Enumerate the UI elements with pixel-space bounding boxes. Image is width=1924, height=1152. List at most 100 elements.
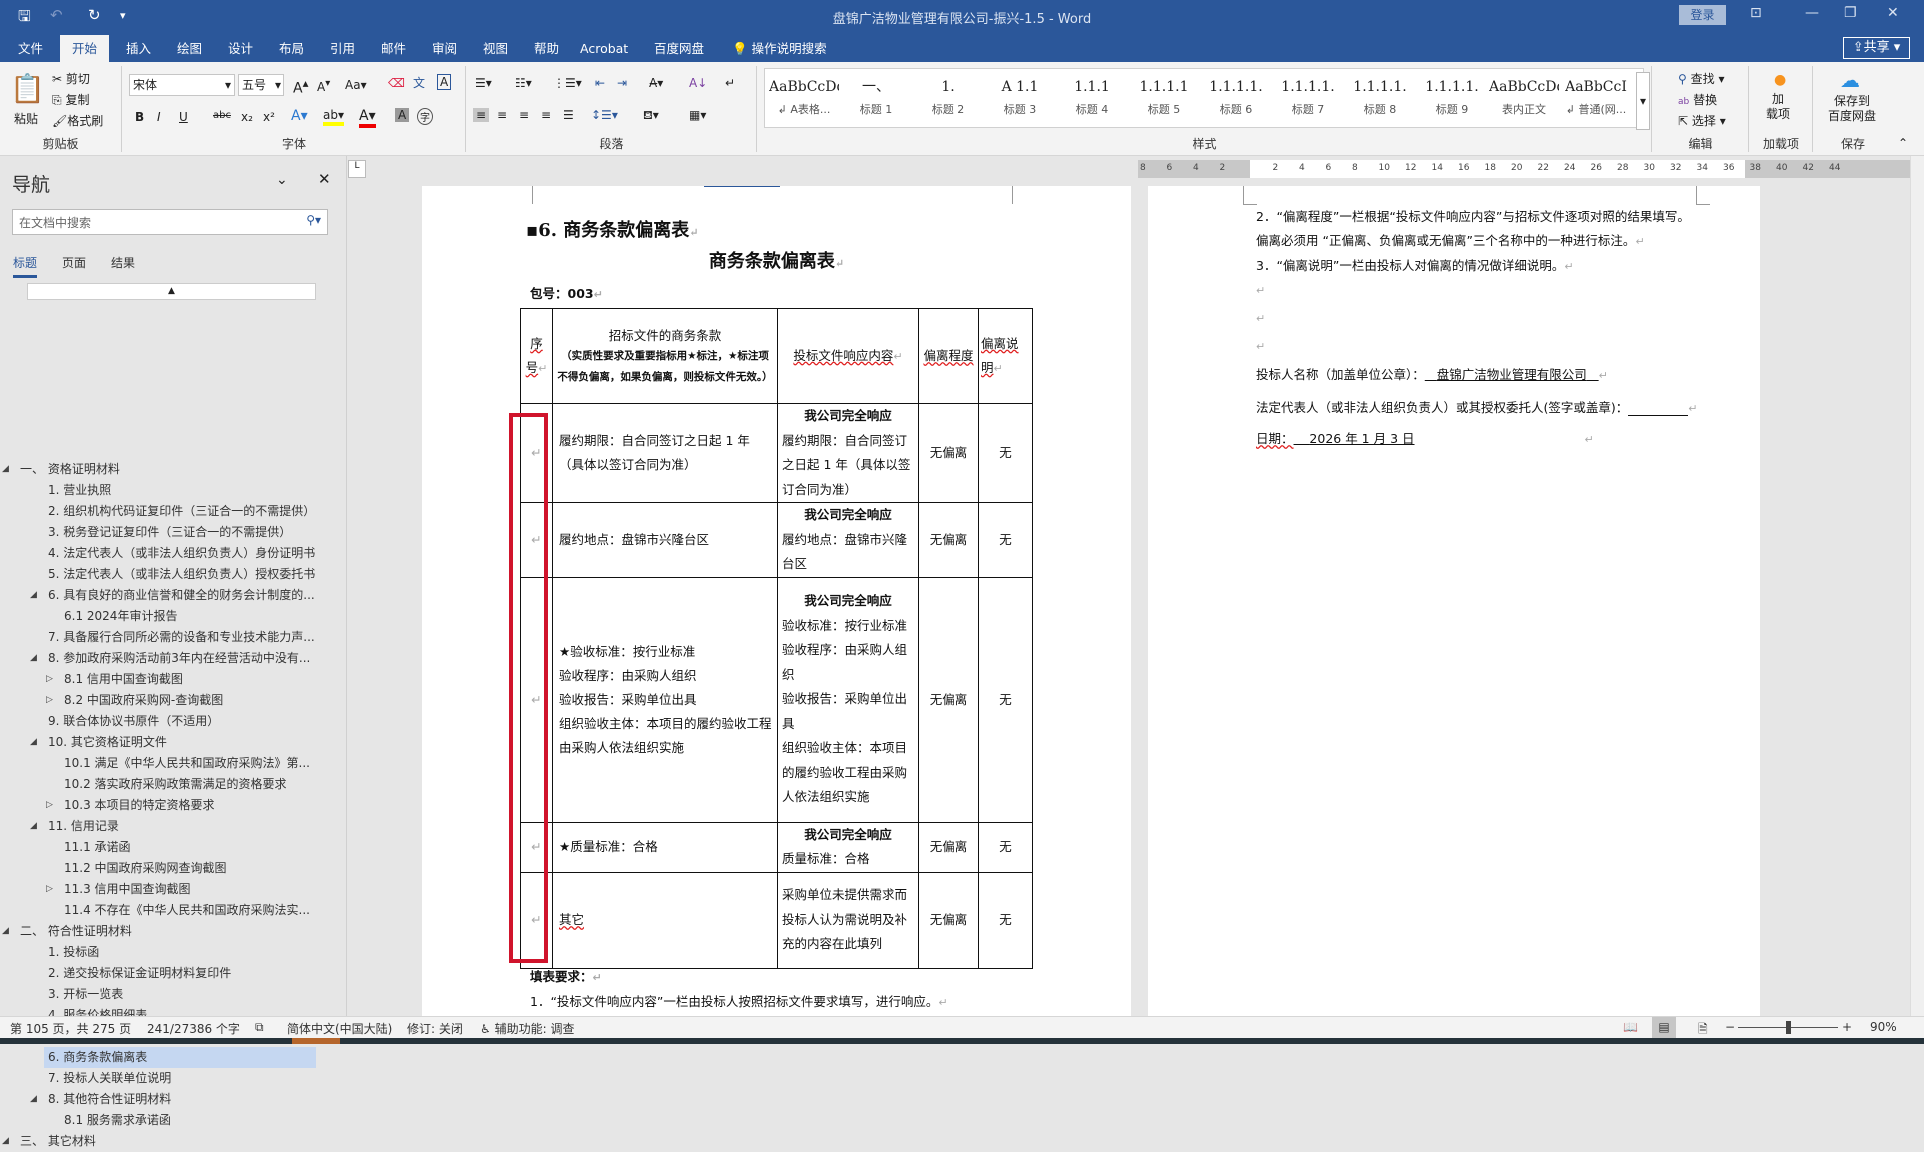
asian-layout-icon[interactable]: A̶▾ (649, 76, 663, 90)
tab-review[interactable]: 审阅 (424, 35, 465, 62)
font-name-select[interactable]: 宋体 ▾ (129, 74, 235, 96)
expand-icon[interactable]: ▷ (46, 669, 53, 690)
tab-mailings[interactable]: 邮件 (373, 35, 414, 62)
expand-icon[interactable]: ▷ (46, 795, 53, 816)
baidu-cloud-icon[interactable]: ☁ (1840, 68, 1860, 92)
collapse-icon[interactable]: ◢ (30, 1089, 37, 1110)
search-icon[interactable]: ⚲▾ (306, 213, 321, 227)
select-button[interactable]: ⇱ 选择 ▾ (1678, 112, 1726, 129)
ribbon-display-icon[interactable]: ⊡ (1750, 5, 1762, 21)
multilevel-list-icon[interactable]: ⋮☰▾ (553, 76, 582, 90)
share-button[interactable]: ⇪共享 ▾ (1843, 37, 1910, 59)
nav-item[interactable]: 1. 营业执照 (48, 480, 316, 501)
nav-item[interactable]: 9. 联合体协议书原件（不适用） (48, 711, 316, 732)
superscript-button[interactable]: x² (263, 110, 275, 124)
collapse-icon[interactable]: ◢ (2, 1131, 9, 1152)
nav-item[interactable]: 三、 其它材料 (20, 1131, 316, 1152)
zoom-out-button[interactable]: − (1725, 1020, 1735, 1034)
nav-tab-headings[interactable]: 标题 (13, 254, 38, 278)
degree-cell[interactable]: 无偏离 (918, 821, 979, 873)
nav-item[interactable]: 二、 符合性证明材料 (20, 921, 316, 942)
nav-item[interactable]: 1. 投标函 (48, 942, 316, 963)
clause-cell[interactable]: 履约地点：盘锦市兴隆台区 (552, 502, 778, 578)
decrease-indent-icon[interactable]: ⇤ (595, 76, 605, 90)
save-to-baidu-button[interactable]: 保存到 百度网盘 (1828, 94, 1876, 124)
clause-cell[interactable]: 其它 (552, 871, 778, 969)
collapse-icon[interactable]: ◢ (30, 648, 37, 669)
nav-item[interactable]: 11.3 信用中国查询截图 (64, 879, 316, 900)
nav-item[interactable]: 10. 其它资格证明文件 (48, 732, 316, 753)
clause-cell[interactable]: 履约期限：自合同签订之日起 1 年（具体以签订合同为准） (552, 403, 778, 503)
paste-button[interactable]: 粘贴 (14, 110, 38, 127)
expand-icon[interactable]: ▷ (46, 879, 53, 900)
shrink-font-icon[interactable]: A▾ (317, 78, 330, 94)
response-cell[interactable]: 我公司完全响应 履约地点：盘锦市兴隆台区 (777, 502, 919, 578)
align-left-icon[interactable]: ≡ (473, 108, 490, 122)
zoom-in-button[interactable]: + (1842, 1020, 1852, 1034)
addins-button[interactable]: 加 载项 (1766, 92, 1790, 122)
degree-cell[interactable]: 无偏离 (918, 502, 979, 578)
style-item[interactable]: 1.1.1.1. 标题 9 (1417, 73, 1487, 117)
collapse-ribbon-icon[interactable]: ⌃ (1898, 136, 1908, 150)
zoom-level[interactable]: 90% (1870, 1020, 1897, 1034)
tab-acrobat[interactable]: Acrobat (572, 35, 636, 62)
nav-tab-results[interactable]: 结果 (111, 254, 135, 271)
increase-indent-icon[interactable]: ⇥ (617, 76, 627, 90)
login-button[interactable]: 登录 (1679, 5, 1726, 25)
collapse-icon[interactable]: ◢ (2, 921, 9, 942)
nav-item[interactable]: 一、 资格证明材料 (20, 459, 316, 480)
clear-format-icon[interactable]: ⌫ (388, 76, 405, 90)
justify-icon[interactable]: ≡ (541, 108, 551, 122)
align-right-icon[interactable]: ≡ (519, 108, 529, 122)
style-item[interactable]: 一、 标题 1 (841, 73, 911, 117)
clause-cell[interactable]: ★质量标准：合格 (552, 821, 778, 873)
tab-file[interactable]: 文件 (10, 35, 51, 62)
tab-selector[interactable]: L (348, 160, 366, 178)
style-item[interactable]: 1. 标题 2 (913, 73, 983, 117)
tab-insert[interactable]: 插入 (118, 35, 159, 62)
nav-item[interactable]: 2. 组织机构代码证复印件（三证合一的不需提供） (48, 501, 316, 522)
nav-item[interactable]: 11.4 不存在《中华人民共和国政府采购法实... (64, 900, 316, 921)
nav-item[interactable]: 6.1 2024年审计报告 (64, 606, 316, 627)
bullets-icon[interactable]: ☰▾ (475, 76, 492, 90)
shading-icon[interactable]: ⛾▾ (643, 108, 659, 124)
style-item[interactable]: 1.1.1.1 标题 5 (1129, 73, 1199, 117)
style-item[interactable]: 1.1.1.1. 标题 6 (1201, 73, 1271, 117)
nav-item[interactable]: 6. 具有良好的商业信誉和健全的财务会计制度的... (48, 585, 316, 606)
underline-button[interactable]: U (179, 110, 188, 124)
explain-cell[interactable]: 无 (978, 403, 1033, 503)
vertical-scrollbar[interactable] (1910, 156, 1924, 1016)
paste-icon[interactable]: 📋 (10, 72, 45, 105)
nav-item[interactable]: 7. 投标人关联单位说明 (48, 1068, 316, 1089)
proofing-icon[interactable]: ⧉ (255, 1020, 264, 1035)
print-layout-icon[interactable]: ▤ (1652, 1017, 1676, 1038)
collapse-icon[interactable]: ◢ (30, 732, 37, 753)
nav-item[interactable]: 11.1 承诺函 (64, 837, 316, 858)
nav-item[interactable]: 8.1 信用中国查询截图 (64, 669, 316, 690)
minimize-button[interactable]: — (1805, 5, 1819, 21)
response-cell[interactable]: 我公司完全响应 质量标准：合格 (777, 821, 919, 873)
bold-button[interactable]: B (135, 110, 144, 124)
collapse-icon[interactable]: ◢ (30, 816, 37, 837)
style-item[interactable]: AaBbCcDdI ↲ A表格... (769, 73, 839, 117)
nav-item[interactable]: 3. 开标一览表 (48, 984, 316, 1005)
nav-search-input[interactable]: 在文档中搜索 ⚲▾ (12, 209, 328, 235)
nav-item[interactable]: 7. 具备履行合同所必需的设备和专业技术能力声... (48, 627, 316, 648)
explain-cell[interactable]: 无 (978, 821, 1033, 873)
accessibility[interactable]: ♿ 辅助功能: 调查 (480, 1020, 574, 1037)
style-item[interactable]: 1.1.1.1. 标题 7 (1273, 73, 1343, 117)
format-painter-button[interactable]: 🖌格式刷 (52, 112, 103, 129)
degree-cell[interactable]: 无偏离 (918, 871, 979, 969)
style-item[interactable]: AaBbCcDdI 表内正文 (1489, 73, 1559, 117)
chevron-down-icon[interactable]: ⌄ (276, 172, 288, 188)
degree-cell[interactable]: 无偏离 (918, 403, 979, 503)
enclose-char-icon[interactable]: 字 (417, 108, 433, 125)
subscript-button[interactable]: x₂ (241, 110, 253, 124)
copy-button[interactable]: ⎘ 复制 (52, 91, 89, 108)
cut-button[interactable]: ✂ 剪切 (52, 70, 90, 87)
tab-references[interactable]: 引用 (322, 35, 363, 62)
style-item[interactable]: AaBbCcI ↲ 普通(网... (1561, 73, 1631, 117)
close-icon[interactable]: ✕ (318, 170, 331, 188)
nav-item[interactable]: 10.3 本项目的特定资格要求 (64, 795, 316, 816)
grow-font-icon[interactable]: A▴ (293, 76, 308, 97)
